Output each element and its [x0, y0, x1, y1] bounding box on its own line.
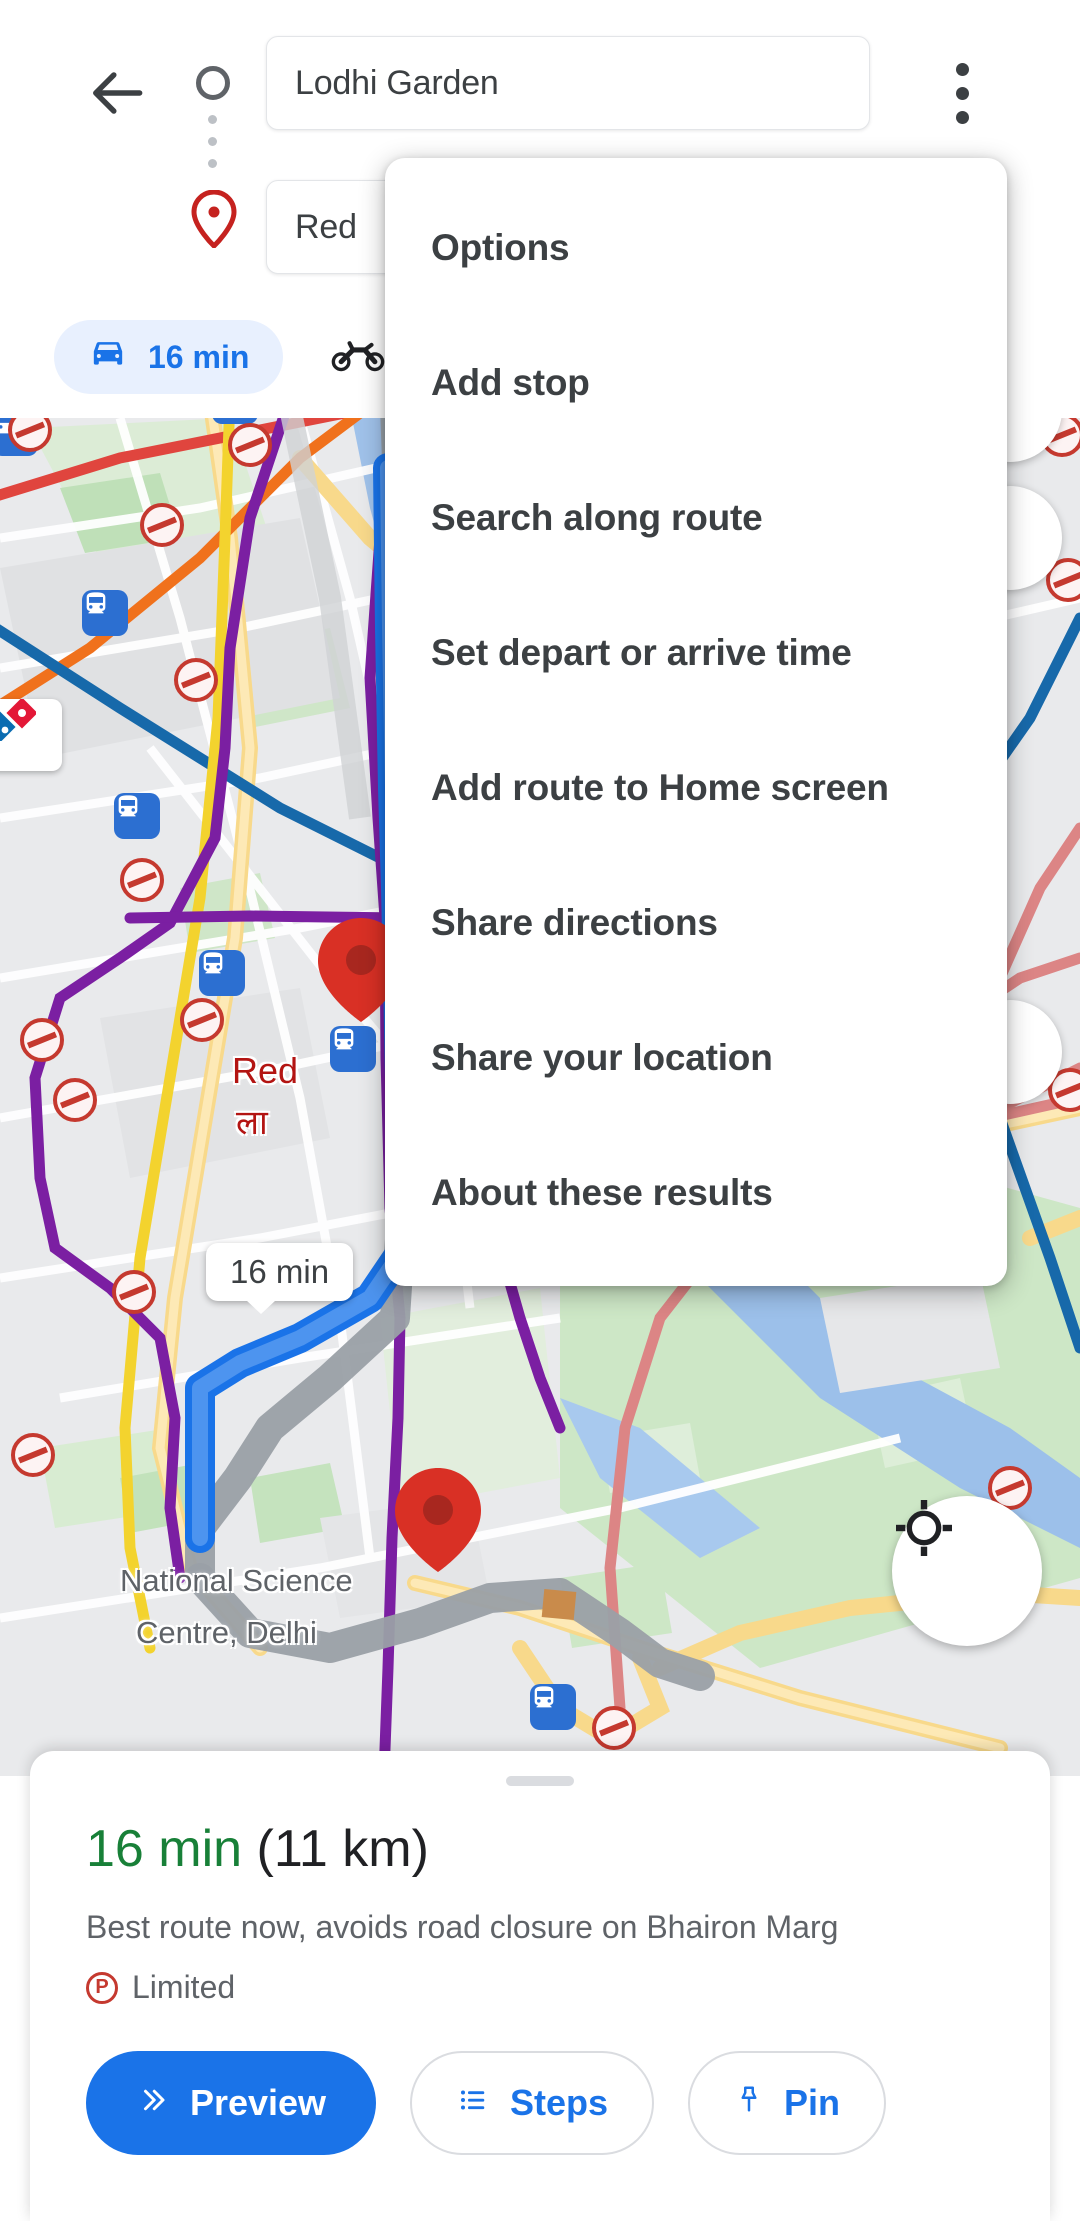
- train-station-icon[interactable]: [330, 1026, 376, 1072]
- route-eta-bubble[interactable]: 16 min: [206, 1243, 354, 1314]
- road-closure-icon[interactable]: [180, 998, 224, 1042]
- steps-button-label: Steps: [510, 2082, 609, 2123]
- pin-button[interactable]: Pin: [688, 2051, 887, 2155]
- menu-item-share-your-location[interactable]: Share your location: [385, 990, 1007, 1125]
- destination-pin-icon: [190, 189, 238, 250]
- preview-button[interactable]: Preview: [86, 2051, 376, 2155]
- road-closure-icon[interactable]: [112, 1270, 156, 1314]
- route-subtitle: Best route now, avoids road closure on B…: [86, 1909, 839, 1945]
- menu-item-add-route-to-home-screen[interactable]: Add route to Home screen: [385, 720, 1007, 855]
- road-closure-icon[interactable]: [120, 858, 164, 902]
- steps-button[interactable]: Steps: [410, 2051, 655, 2155]
- menu-item-set-depart-or-arrive-time[interactable]: Set depart or arrive time: [385, 585, 1007, 720]
- road-closure-icon[interactable]: [53, 1078, 97, 1122]
- menu-item-share-directions[interactable]: Share directions: [385, 855, 1007, 990]
- overflow-menu: Options Add stop Search along route Set …: [385, 158, 1007, 1286]
- road-closure-icon[interactable]: [174, 658, 218, 702]
- dominos-logo-marker[interactable]: [0, 699, 62, 771]
- menu-item-label: Share your location: [431, 1036, 773, 1078]
- menu-item-add-stop[interactable]: Add stop: [385, 315, 1007, 450]
- menu-item-about-these-results[interactable]: About these results: [385, 1125, 1007, 1260]
- route-distance: (11 km): [256, 1820, 429, 1878]
- parking-info: P Limited: [86, 1969, 235, 2006]
- drag-handle[interactable]: [506, 1776, 574, 1786]
- list-icon: [456, 2082, 490, 2124]
- preview-button-label: Preview: [189, 2082, 327, 2123]
- road-closure-icon[interactable]: [140, 503, 184, 547]
- motorcycle-icon: [331, 337, 385, 378]
- chevrons-right-icon: [136, 2082, 170, 2124]
- travel-mode-driving-label: 16 min: [148, 338, 250, 375]
- eta-bubble-label: 16 min: [230, 1253, 330, 1290]
- menu-item-label: Options: [431, 226, 570, 268]
- menu-item-label: Search along route: [431, 496, 763, 538]
- road-closure-icon[interactable]: [592, 1706, 636, 1750]
- road-closure-icon[interactable]: [228, 423, 272, 467]
- origin-circle-icon: [196, 66, 230, 100]
- road-closure-icon[interactable]: [20, 1018, 64, 1062]
- parking-label: Limited: [132, 1969, 236, 2005]
- menu-item-search-along-route[interactable]: Search along route: [385, 450, 1007, 585]
- train-station-icon[interactable]: [82, 590, 128, 636]
- train-station-icon[interactable]: [114, 793, 160, 839]
- pin-icon: [734, 2082, 764, 2124]
- menu-item-options[interactable]: Options: [385, 180, 1007, 315]
- car-icon: [88, 333, 128, 381]
- route-dots-connector: [208, 115, 220, 175]
- route-details-sheet: 16 min (11 km) Best route now, avoids ro…: [30, 1751, 1050, 2221]
- route-duration: 16 min: [86, 1820, 243, 1878]
- menu-item-label: Share directions: [431, 901, 718, 943]
- menu-item-label: Add route to Home screen: [431, 766, 889, 808]
- origin-input-value: Lodhi Garden: [295, 63, 499, 102]
- origin-input[interactable]: Lodhi Garden: [266, 36, 870, 130]
- menu-item-label: Add stop: [431, 361, 590, 403]
- destination-marker-secondary[interactable]: [395, 1468, 481, 1572]
- road-closure-icon[interactable]: [11, 1433, 55, 1477]
- pin-button-label: Pin: [784, 2082, 841, 2123]
- google-maps-directions-screen: 16 min Red ला National Science Centre, D…: [0, 0, 1080, 2221]
- back-button[interactable]: [88, 62, 150, 124]
- menu-item-label: Set depart or arrive time: [431, 631, 852, 673]
- travel-mode-driving[interactable]: 16 min: [54, 320, 284, 394]
- parking-icon: P: [86, 1971, 118, 2004]
- train-station-icon[interactable]: [199, 950, 245, 996]
- route-summary: 16 min (11 km): [86, 1819, 429, 1879]
- more-vert-icon[interactable]: [938, 58, 986, 128]
- destination-input-value: Red: [295, 207, 357, 246]
- route-actions: Preview Steps Pin: [86, 2051, 887, 2155]
- train-station-icon[interactable]: [530, 1684, 576, 1730]
- menu-item-label: About these results: [431, 1171, 773, 1213]
- my-location-button[interactable]: [892, 1496, 1042, 1646]
